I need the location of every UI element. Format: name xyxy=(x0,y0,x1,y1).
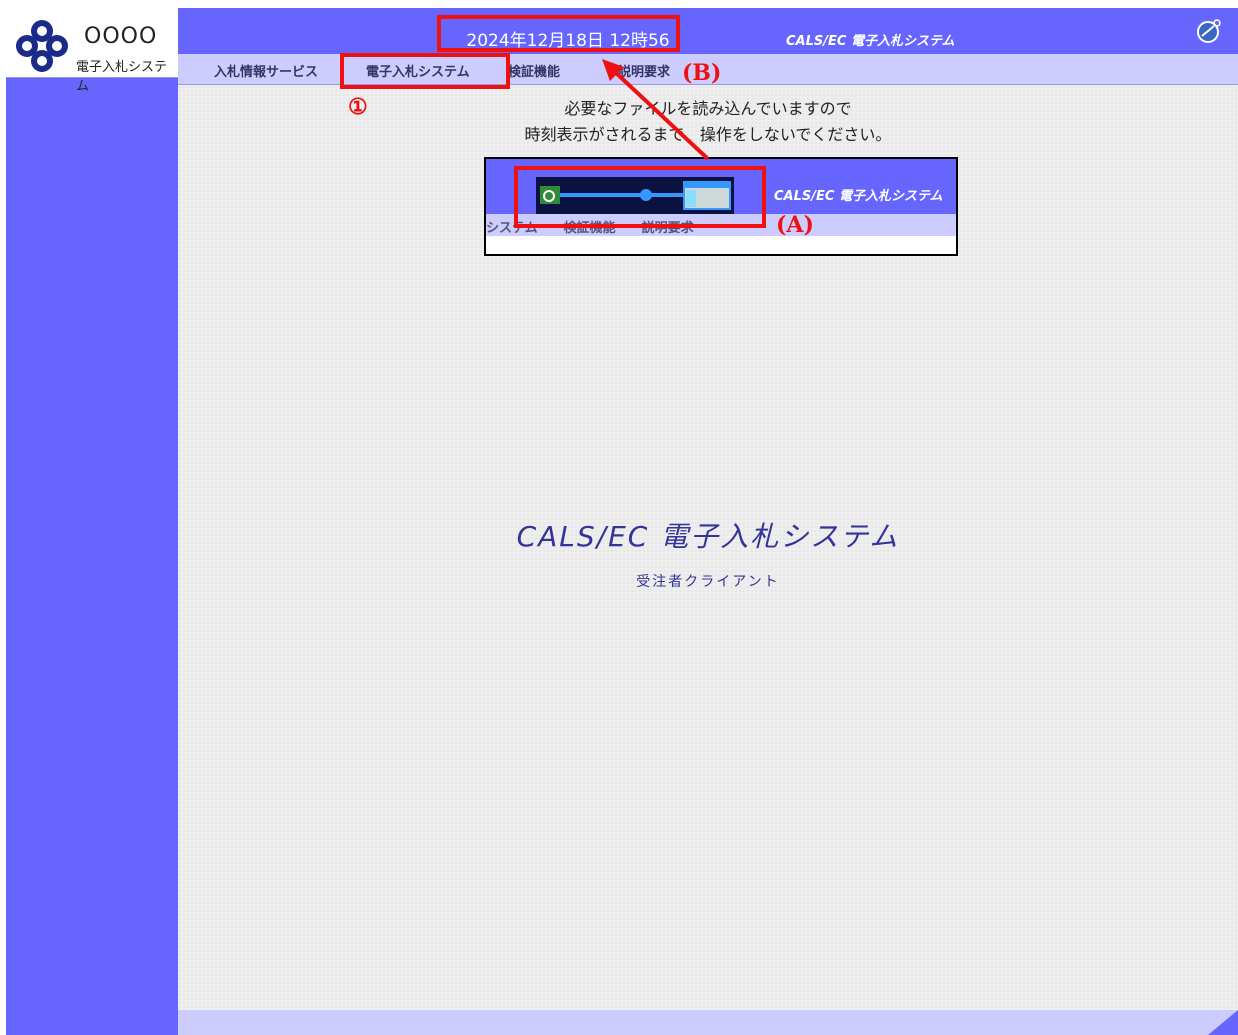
annotation-label-1: ① xyxy=(348,94,368,120)
annotation-arrow xyxy=(602,59,710,161)
annotation-box-clock xyxy=(437,15,680,52)
preview-title: CALS/EC 電子入札システム xyxy=(774,189,943,204)
app-subtitle: 受注者クライアント xyxy=(636,574,780,590)
annotation-box-progress xyxy=(514,166,766,228)
header: 2024年12月18日 12時56分 CALS/EC 電子入札システム xyxy=(178,8,1238,76)
app-title: CALS/EC 電子入札システム xyxy=(516,520,900,553)
logo-box: OOOO 電子入札システム xyxy=(6,8,178,94)
menu-item-bid-info-service[interactable]: 入札情報サービス xyxy=(214,61,318,80)
annotation-box-menu xyxy=(340,53,510,89)
sidebar xyxy=(6,8,178,1035)
header-title: CALS/EC 電子入札システム xyxy=(786,34,955,49)
app-name: 電子入札システム xyxy=(76,60,168,94)
brand-logo-icon xyxy=(16,20,68,72)
org-name: OOOO xyxy=(84,24,158,49)
footer xyxy=(178,1010,1238,1035)
footer-corner xyxy=(1208,1010,1238,1035)
menu-item-verification[interactable]: 検証機能 xyxy=(508,61,560,80)
globe-icon[interactable] xyxy=(1196,18,1222,44)
annotation-label-a: (A) xyxy=(776,212,814,238)
